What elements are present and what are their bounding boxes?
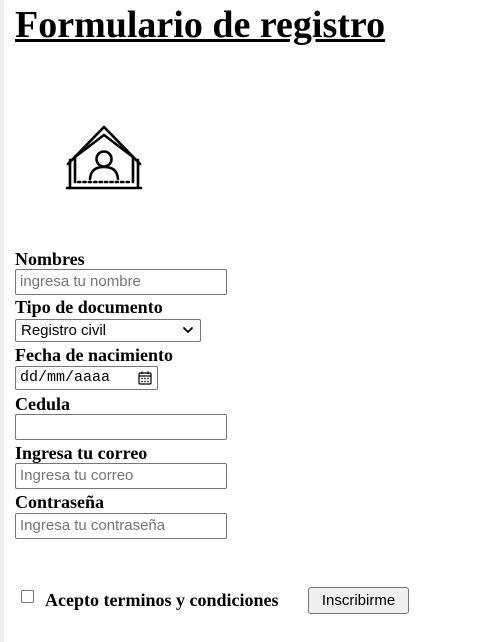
contrasena-input[interactable]: Ingresa tu contraseña (15, 513, 227, 539)
house-user-icon (65, 125, 143, 190)
tipo-documento-selected-value: Registro civil (21, 322, 107, 339)
correo-input[interactable]: Ingresa tu correo (15, 463, 227, 489)
contrasena-label: Contraseña (15, 492, 104, 512)
inscribirme-button[interactable]: Inscribirme (308, 587, 409, 614)
cedula-input[interactable] (15, 414, 227, 440)
calendar-icon[interactable] (138, 371, 152, 385)
tipo-documento-select[interactable]: Registro civil (15, 319, 201, 342)
tipo-documento-label: Tipo de documento (15, 297, 163, 317)
cedula-label: Cedula (15, 394, 71, 414)
terms-label: Acepto terminos y condiciones (45, 590, 279, 610)
fecha-nacimiento-input[interactable]: dd/mm/aaaa (15, 366, 158, 390)
correo-label: Ingresa tu correo (15, 443, 148, 463)
page-title: Formulario de registro (15, 4, 386, 46)
nombres-input[interactable]: ingresa tu nombre (15, 269, 227, 295)
fecha-nacimiento-placeholder: dd/mm/aaaa (20, 369, 111, 386)
terms-checkbox[interactable] (21, 590, 34, 603)
chevron-down-icon (183, 327, 193, 333)
page-left-border (0, 0, 4, 642)
nombres-label: Nombres (15, 249, 85, 269)
fecha-nacimiento-label: Fecha de nacimiento (15, 345, 173, 365)
